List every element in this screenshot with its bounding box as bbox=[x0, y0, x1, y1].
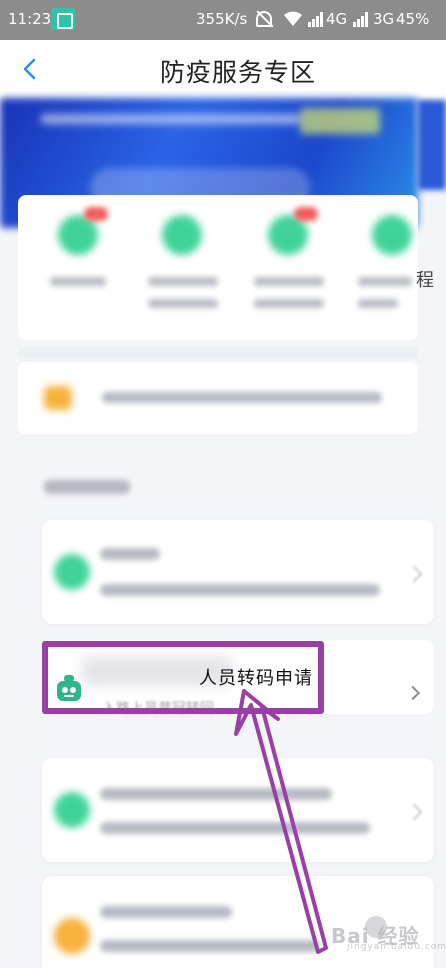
service-title bbox=[100, 548, 160, 560]
chevron-right-icon bbox=[405, 803, 423, 821]
screenshot-icon bbox=[51, 8, 75, 30]
badge bbox=[84, 207, 108, 221]
divider bbox=[18, 347, 418, 359]
signal-icon bbox=[308, 12, 324, 27]
network-type-1: 4G bbox=[326, 10, 348, 28]
quick-access-edge-text: 程 bbox=[416, 270, 434, 291]
network-speed: 355K/s bbox=[196, 10, 248, 28]
banner-tag bbox=[300, 108, 380, 134]
service-title bbox=[100, 906, 232, 918]
robot-icon bbox=[54, 673, 84, 705]
wifi-icon bbox=[283, 10, 303, 28]
watermark-sub: jingyan.baidu.com bbox=[347, 942, 446, 952]
network-type-2: 3G bbox=[373, 10, 395, 28]
service-icon bbox=[58, 215, 98, 255]
bell-muted-icon bbox=[256, 11, 272, 27]
page-header: 防疫服务专区 bbox=[0, 40, 446, 98]
chevron-right-icon bbox=[405, 685, 421, 701]
service-title: 人员转码申请 bbox=[199, 668, 313, 689]
chevron-right-icon bbox=[405, 565, 423, 583]
service-description bbox=[100, 584, 380, 596]
notice-text bbox=[102, 392, 382, 403]
service-icon bbox=[54, 792, 90, 828]
service-icon bbox=[162, 215, 202, 255]
status-bar: 11:23 355K/s 4G 3G 45% bbox=[0, 0, 446, 40]
quick-access-item[interactable] bbox=[148, 215, 218, 325]
service-icon bbox=[54, 554, 90, 590]
service-description bbox=[100, 940, 320, 952]
quick-access-label bbox=[358, 277, 412, 286]
banner-stripe bbox=[40, 114, 300, 124]
quick-access-label bbox=[50, 277, 106, 286]
quick-access-item[interactable] bbox=[254, 207, 324, 325]
notice-icon bbox=[44, 386, 72, 410]
service-description: 入路上员昔冠转回 bbox=[102, 701, 214, 717]
quick-access-label bbox=[254, 277, 324, 286]
section-title bbox=[44, 480, 130, 494]
service-list-item-transfer-code[interactable]: 人员转码申请 入路上员昔冠转回 bbox=[42, 640, 434, 717]
signal-icon-2 bbox=[353, 12, 369, 27]
service-description bbox=[100, 822, 370, 834]
quick-access-label bbox=[148, 299, 218, 308]
status-time: 11:23 bbox=[8, 10, 52, 28]
quick-access-card bbox=[18, 195, 418, 340]
quick-access-label bbox=[148, 277, 218, 286]
service-list-item[interactable] bbox=[42, 520, 434, 624]
badge bbox=[294, 207, 318, 221]
banner-next-edge bbox=[418, 100, 446, 190]
notice-card[interactable] bbox=[18, 362, 418, 434]
quick-access-label bbox=[358, 299, 398, 308]
quick-access-label bbox=[254, 299, 324, 308]
page-title: 防疫服务专区 bbox=[159, 58, 316, 87]
service-icon bbox=[54, 918, 90, 954]
baidu-watermark: Bai 经验 jingyan.baidu.com bbox=[327, 912, 446, 952]
battery-level: 45% bbox=[396, 10, 430, 28]
service-title bbox=[100, 788, 332, 800]
service-icon bbox=[372, 215, 412, 255]
service-list-item[interactable] bbox=[42, 758, 434, 862]
service-icon bbox=[268, 215, 308, 255]
quick-access-item[interactable] bbox=[44, 207, 114, 325]
